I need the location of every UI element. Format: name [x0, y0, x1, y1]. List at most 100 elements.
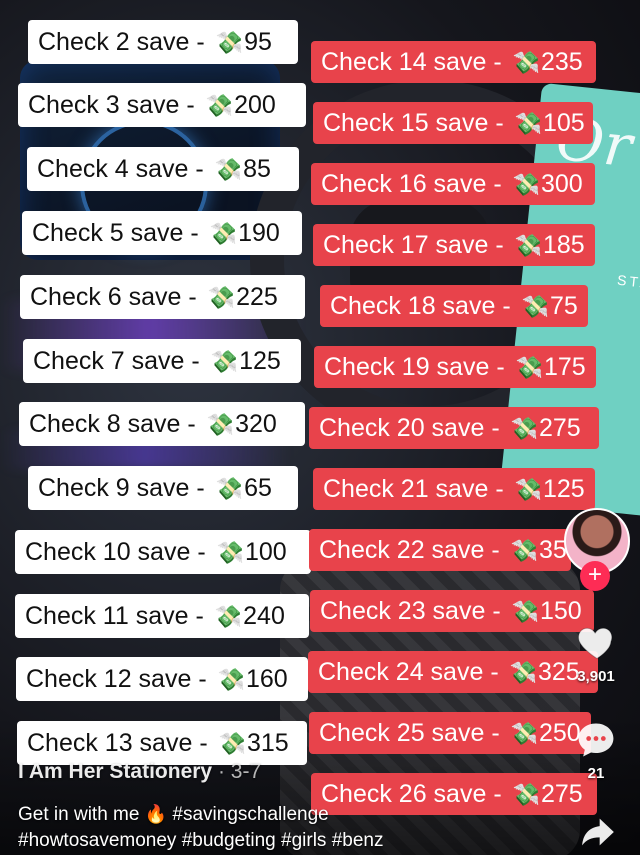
check-label-text: Check 24 save - — [318, 658, 506, 686]
money-icon: 💸 — [509, 660, 537, 685]
money-icon: 💸 — [215, 30, 244, 55]
check-label-text: Check 18 save - — [330, 292, 518, 320]
creator-username[interactable]: I Am Her Stationery · 3-7 — [18, 760, 261, 784]
check-label-text: Check 20 save - — [319, 414, 507, 442]
check-amount: 225 — [236, 283, 278, 311]
check-amount: 240 — [243, 602, 285, 630]
check-label-text: Check 8 save - — [29, 410, 203, 438]
check-label-text: Check 12 save - — [26, 665, 214, 693]
username-text: I Am Her Stationery — [18, 760, 213, 783]
check-label-white: Check 3 save - 💸200 — [18, 83, 306, 127]
check-label-red: Check 14 save - 💸235 — [311, 41, 596, 83]
check-amount: 320 — [235, 410, 277, 438]
money-icon: 💸 — [514, 233, 542, 258]
check-label-red: Check 20 save - 💸275 — [309, 407, 599, 449]
check-label-white: Check 7 save - 💸125 — [23, 339, 301, 383]
money-icon: 💸 — [210, 349, 239, 374]
money-icon: 💸 — [514, 111, 542, 136]
money-icon: 💸 — [512, 172, 540, 197]
video-caption[interactable]: Get in with me 🔥 #savingschallenge #howt… — [18, 801, 538, 854]
money-icon: 💸 — [217, 667, 245, 692]
check-label-text: Check 2 save - — [38, 28, 212, 56]
check-label-red: Check 23 save - 💸150 — [310, 590, 594, 632]
check-label-white: Check 4 save - 💸85 — [27, 147, 299, 191]
check-label-red: Check 25 save - 💸250 — [309, 712, 591, 754]
caption-line-2[interactable]: #howtosavemoney #budgeting #girls #benz — [18, 828, 538, 854]
check-label-red: Check 19 save - 💸175 — [314, 346, 596, 388]
check-label-text: Check 6 save - — [30, 283, 204, 311]
check-amount: 160 — [246, 665, 288, 693]
comment-count: 21 — [587, 765, 605, 782]
check-label-text: Check 7 save - — [33, 347, 207, 375]
check-label-text: Check 4 save - — [37, 155, 211, 183]
money-icon: 💸 — [205, 93, 234, 118]
plus-icon: + — [587, 561, 602, 588]
money-icon: 💸 — [216, 540, 244, 565]
check-amount: 315 — [247, 729, 289, 757]
check-label-text: Check 17 save - — [323, 231, 511, 259]
money-icon: 💸 — [514, 477, 542, 502]
share-icon[interactable] — [578, 812, 618, 852]
check-label-red: Check 24 save - 💸325 — [308, 651, 598, 693]
check-label-text: Check 14 save - — [321, 48, 509, 76]
check-label-text: Check 21 save - — [323, 475, 511, 503]
money-icon: 💸 — [214, 157, 243, 182]
money-icon: 💸 — [209, 221, 238, 246]
check-label-white: Check 10 save - 💸100 — [15, 530, 311, 574]
check-label-white: Check 13 save - 💸315 — [17, 721, 307, 765]
check-label-white: Check 9 save - 💸65 — [28, 466, 298, 510]
check-label-text: Check 19 save - — [324, 353, 512, 381]
check-label-white: Check 5 save - 💸190 — [22, 211, 302, 255]
comment-icon[interactable] — [574, 718, 618, 762]
money-icon: 💸 — [214, 604, 243, 629]
check-amount: 100 — [245, 538, 287, 566]
check-label-red: Check 22 save - 💸35 — [309, 529, 571, 571]
check-amount: 125 — [239, 347, 281, 375]
money-icon: 💸 — [510, 416, 538, 441]
money-icon: 💸 — [206, 412, 235, 437]
check-label-text: Check 23 save - — [320, 597, 508, 625]
check-label-text: Check 9 save - — [38, 474, 212, 502]
fire-icon: 🔥 — [144, 804, 168, 824]
money-icon: 💸 — [515, 355, 543, 380]
check-amount: 190 — [238, 219, 280, 247]
follow-button[interactable]: + — [580, 561, 610, 591]
money-icon: 💸 — [511, 599, 539, 624]
check-label-white: Check 8 save - 💸320 — [19, 402, 305, 446]
check-label-text: Check 22 save - — [319, 536, 507, 564]
check-label-text: Check 13 save - — [27, 729, 215, 757]
check-label-white: Check 11 save - 💸240 — [15, 594, 309, 638]
check-label-white: Check 12 save - 💸160 — [16, 657, 308, 701]
check-label-text: Check 11 save - — [25, 602, 211, 630]
check-label-text: Check 5 save - — [32, 219, 206, 247]
check-amount: 85 — [243, 155, 271, 183]
check-amount: 200 — [234, 91, 276, 119]
check-label-red: Check 17 save - 💸185 — [313, 224, 595, 266]
heart-icon[interactable] — [575, 620, 619, 664]
check-label-white: Check 2 save - 💸95 — [28, 20, 298, 64]
caption-text: Get in with me — [18, 804, 145, 825]
check-label-red: Check 21 save - 💸125 — [313, 468, 595, 510]
check-amount: 95 — [244, 28, 272, 56]
check-label-red: Check 18 save - 💸75 — [320, 285, 588, 327]
money-icon: 💸 — [510, 721, 538, 746]
check-label-text: Check 15 save - — [323, 109, 511, 137]
like-count: 3,901 — [577, 668, 615, 685]
check-label-text: Check 25 save - — [319, 719, 507, 747]
post-date: · 3-7 — [212, 760, 262, 783]
check-label-text: Check 3 save - — [28, 91, 202, 119]
money-icon: 💸 — [521, 294, 549, 319]
check-label-red: Check 16 save - 💸300 — [311, 163, 595, 205]
money-icon: 💸 — [207, 285, 236, 310]
check-label-red: Check 15 save - 💸105 — [313, 102, 593, 144]
check-amount: 65 — [244, 474, 272, 502]
check-label-white: Check 6 save - 💸225 — [20, 275, 305, 319]
caption-line-1: Get in with me 🔥 #savingschallenge — [18, 801, 538, 828]
check-label-text: Check 16 save - — [321, 170, 509, 198]
money-icon: 💸 — [215, 476, 244, 501]
hashtag-savingschallenge[interactable]: #savingschallenge — [167, 804, 328, 825]
check-label-text: Check 10 save - — [25, 538, 213, 566]
money-icon: 💸 — [510, 538, 538, 563]
money-icon: 💸 — [512, 50, 540, 75]
savings-checklist: Check 2 save - 💸95 Check 3 save - 💸200 C… — [0, 0, 640, 855]
